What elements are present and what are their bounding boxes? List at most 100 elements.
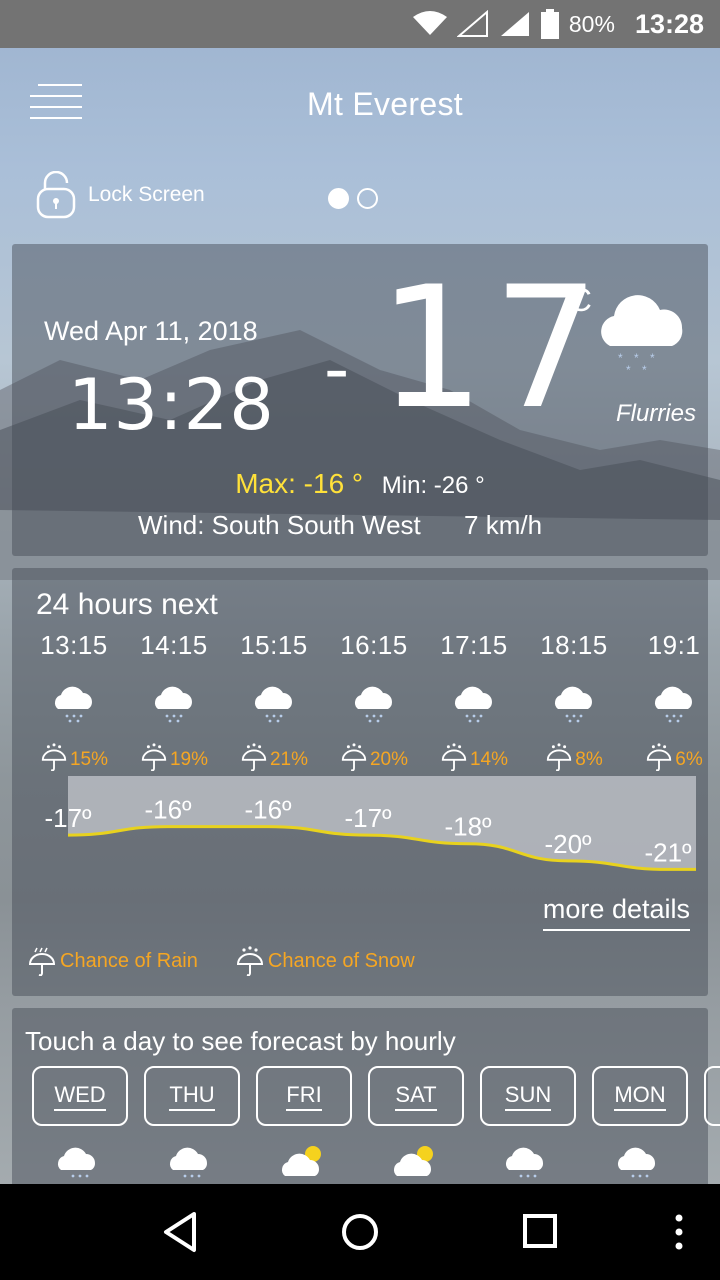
hour-snow-cloud-icon (552, 683, 596, 723)
hour-time: 13:15 (40, 630, 108, 660)
hour-precip-value: 8% (575, 749, 603, 770)
current-conditions-card: Wed Apr 11, 2018 13:28 - 17 °C * * * * * Fl… (12, 244, 708, 556)
snow-cloud-icon: * * * * * (601, 295, 683, 377)
partly-sunny-icon (256, 1144, 352, 1184)
overflow-menu-icon[interactable] (664, 1210, 694, 1254)
app-header: Mt Everest (0, 60, 720, 150)
day-label: SAT (395, 1082, 437, 1111)
hour-snow-cloud-icon (452, 683, 496, 723)
day-button-partial[interactable] (704, 1066, 720, 1126)
hour-temperature-label: -18º (444, 812, 492, 842)
page-indicator (328, 188, 378, 209)
day-button[interactable]: THU (144, 1066, 240, 1126)
max-min-temps: Max: -16 ° Min: -26 ° (12, 468, 708, 500)
hour-precip-value: 15% (69, 749, 109, 770)
hour-time: 17:15 (440, 630, 508, 660)
hour-temperature-label: -21º (644, 837, 692, 867)
snow-umbrella-icon (340, 743, 368, 777)
hour-precip-value: 19% (169, 749, 209, 770)
hour-column[interactable]: 16:15 20% (324, 630, 424, 777)
hour-column[interactable]: 19:1 6% (624, 630, 708, 777)
hourly-title: 24 hours next (36, 588, 218, 621)
temperature-unit[interactable]: °C (556, 282, 592, 319)
hour-snow-cloud-icon (352, 683, 396, 723)
day-label: SUN (504, 1082, 552, 1111)
snow-cloud-icon (592, 1144, 688, 1184)
min-temp: Min: -26 ° (381, 472, 485, 499)
hour-precip: 19% (124, 743, 224, 777)
day-button[interactable]: SUN (480, 1066, 576, 1126)
hour-precip-value: 21% (269, 749, 309, 770)
hour-temperature-label: -16º (144, 795, 192, 825)
hourly-forecast-card: 24 hours next 13:15 15% 14:15 19% 15:15 21% 16… (12, 568, 708, 996)
svg-text:*: * (650, 351, 655, 365)
partly-sunny-icon (368, 1144, 464, 1184)
city-title[interactable]: Mt Everest (0, 86, 720, 123)
home-icon[interactable] (340, 1210, 380, 1254)
svg-text:*: * (634, 351, 639, 365)
recents-icon[interactable] (520, 1210, 560, 1254)
hour-temperature-label: -17º (344, 803, 392, 833)
hour-column[interactable]: 17:15 14% (424, 630, 524, 777)
svg-text:*: * (626, 363, 631, 377)
snow-umbrella-icon (40, 743, 68, 777)
condition-label: Flurries (615, 400, 696, 427)
day-button[interactable]: SAT (368, 1066, 464, 1126)
precip-legend: Chance of Rain Chance of Snow (28, 946, 415, 976)
hour-snow-cloud-icon (652, 683, 696, 723)
wind-direction: Wind: South South West (138, 510, 421, 540)
legend-rain-label: Chance of Rain (60, 949, 198, 972)
hour-snow-cloud-icon (52, 683, 96, 723)
hour-time: 19:1 (647, 630, 701, 660)
hour-column[interactable]: 15:15 21% (224, 630, 324, 777)
rain-umbrella-icon (28, 947, 56, 976)
lock-screen-toggle[interactable]: Lock Screen (36, 170, 205, 220)
back-icon[interactable] (160, 1210, 200, 1254)
hour-temperature-label: -16º (244, 795, 292, 825)
signal-empty-icon (456, 10, 488, 37)
snow-umbrella-icon (240, 743, 268, 777)
hour-temperature-label: -17º (44, 803, 92, 833)
hour-time: 18:15 (540, 630, 608, 660)
day-label: MON (614, 1082, 666, 1111)
snow-umbrella-icon (140, 743, 168, 777)
hour-snow-cloud-icon (152, 683, 196, 723)
snow-umbrella-icon (545, 743, 573, 777)
legend-snow: Chance of Snow (236, 946, 415, 976)
snow-umbrella-icon (440, 743, 468, 777)
hour-column[interactable]: 14:15 19% (124, 630, 224, 777)
more-details-link[interactable]: more details (542, 894, 690, 931)
hour-precip: 8% (524, 743, 624, 777)
hour-precip-value: 6% (675, 749, 703, 770)
snow-cloud-icon (32, 1144, 128, 1184)
hour-precip-value: 20% (369, 749, 409, 770)
hour-precip: 21% (224, 743, 324, 777)
battery-percent: 80% (568, 10, 615, 37)
hour-precip: 15% (24, 743, 124, 777)
lock-screen-label: Lock Screen (88, 183, 205, 206)
hour-column[interactable]: 13:15 15% (24, 630, 124, 777)
hour-time: 16:15 (340, 630, 408, 660)
hour-precip: 14% (424, 743, 524, 777)
day-label: THU (169, 1082, 215, 1111)
temp-sign: - (324, 328, 350, 410)
battery-icon (540, 9, 559, 39)
page-dot-active[interactable] (328, 188, 349, 209)
snow-cloud-icon (480, 1144, 576, 1184)
svg-text:*: * (642, 363, 647, 377)
lock-icon (36, 171, 76, 219)
daily-title: Touch a day to see forecast by hourly (25, 1026, 456, 1056)
legend-snow-label: Chance of Snow (267, 949, 415, 972)
day-button[interactable]: FRI (256, 1066, 352, 1126)
hour-column[interactable]: 18:15 8% (524, 630, 624, 777)
day-button[interactable]: WED (32, 1066, 128, 1126)
page-dot[interactable] (357, 188, 378, 209)
hour-precip-value: 14% (469, 749, 509, 770)
wind-info: Wind: South South West 7 km/h (138, 510, 542, 541)
hour-precip: 6% (624, 743, 708, 777)
hour-precip: 20% (324, 743, 424, 777)
current-date: Wed Apr 11, 2018 (44, 316, 258, 346)
status-bar: 80% 13:28 (0, 0, 720, 48)
day-button[interactable]: MON (592, 1066, 688, 1126)
daily-forecast-card: Touch a day to see forecast by hourly WE… (12, 1008, 720, 1184)
